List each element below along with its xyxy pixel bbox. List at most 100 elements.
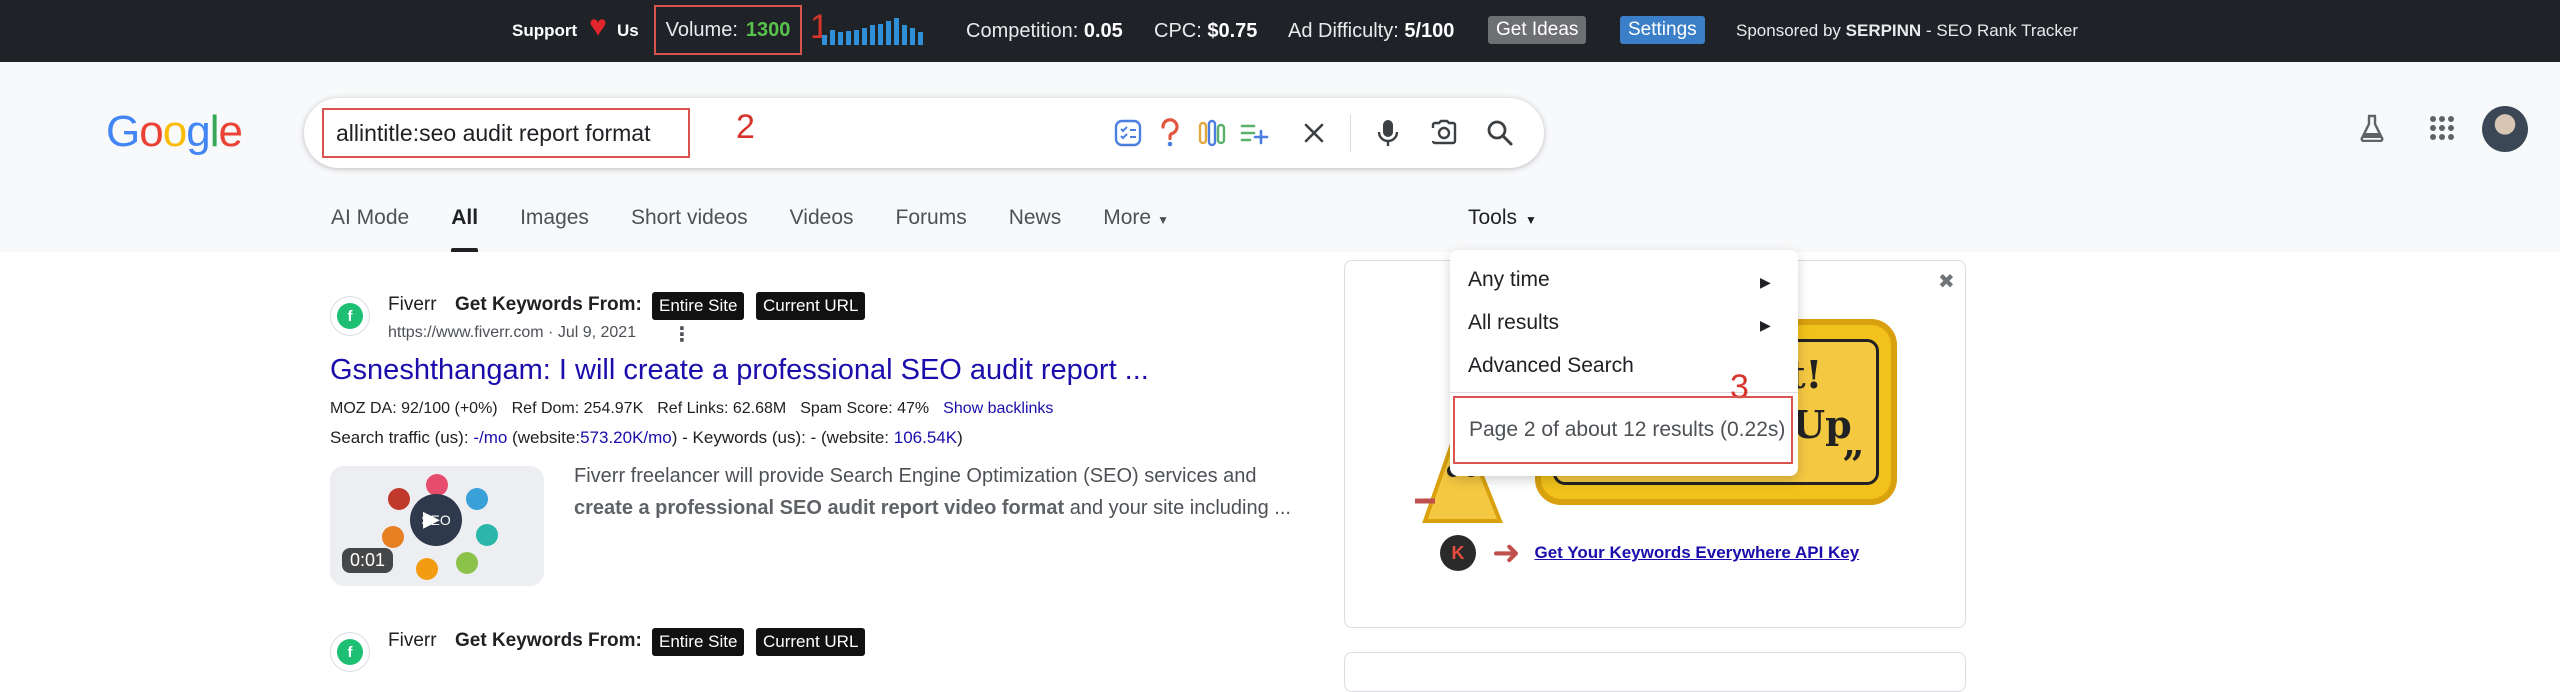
traffic-value: -/mo: [473, 428, 508, 447]
get-ideas-button[interactable]: Get Ideas: [1488, 16, 1587, 44]
video-thumbnail[interactable]: SEO ▶ 0:01: [330, 466, 544, 586]
keywords-label: ) - Keywords (us): - (website:: [671, 428, 890, 447]
camera-lens-icon[interactable]: [1426, 115, 1462, 151]
thumb-dot: [388, 488, 410, 510]
tab-videos[interactable]: Videos: [790, 202, 854, 252]
get-keywords-from-label: Get Keywords From:: [455, 294, 642, 315]
tab-news[interactable]: News: [1009, 202, 1062, 252]
play-icon[interactable]: ▶: [423, 506, 440, 532]
video-duration: 0:01: [342, 548, 394, 573]
tab-more-label: More: [1103, 206, 1152, 229]
ref-links: Ref Links: 62.68M: [657, 400, 787, 417]
us-label: Us: [616, 21, 639, 40]
show-backlinks-link[interactable]: Show backlinks: [943, 400, 1053, 417]
result-url[interactable]: https://www.fiverr.com · Jul 9, 2021: [388, 324, 636, 342]
logo-letter: G: [106, 107, 140, 156]
volume-label: Volume:: [665, 18, 738, 41]
sponsor-prefix: Sponsored by: [1736, 21, 1841, 40]
apps-grid-icon[interactable]: [2422, 108, 2462, 148]
checklist-extension-icon[interactable]: [1110, 115, 1146, 151]
search-header: Google allintitle:seo audit report forma…: [0, 62, 2560, 252]
fiverr-logo-icon: f: [337, 303, 363, 329]
tab-short-videos[interactable]: Short videos: [631, 202, 748, 252]
current-url-button[interactable]: Current URL: [756, 292, 866, 320]
snippet-text: Fiverr freelancer will provide Search En…: [574, 465, 1257, 487]
add-list-extension-icon[interactable]: [1236, 115, 1272, 151]
question-extension-icon[interactable]: [1152, 115, 1188, 151]
support-us-link[interactable]: Support ♥ Us: [512, 0, 639, 62]
trend-bar: [902, 25, 907, 45]
settings-button[interactable]: Settings: [1620, 16, 1705, 44]
close-icon[interactable]: ✖: [1938, 269, 1955, 294]
thumb-dot: [456, 552, 478, 574]
tab-images[interactable]: Images: [520, 202, 589, 252]
competition-label: Competition:: [966, 19, 1079, 42]
site-name[interactable]: Fiverr: [388, 294, 437, 316]
get-keywords-from-label: Get Keywords From:: [455, 630, 642, 651]
ref-dom: Ref Dom: 254.97K: [511, 400, 644, 417]
trend-bar: [830, 30, 835, 45]
search-input[interactable]: allintitle:seo audit report format: [322, 108, 690, 158]
microphone-icon[interactable]: [1370, 115, 1406, 151]
menu-item-all-results[interactable]: All results: [1468, 311, 1559, 335]
entire-site-button[interactable]: Entire Site: [652, 628, 745, 656]
moz-metrics: MOZ DA: 92/100 (+0%) Ref Dom: 254.97K Ref …: [330, 400, 1067, 418]
result-title-link[interactable]: Gsneshthangam: I will create a professio…: [330, 354, 1149, 387]
volume-trend-chart: [822, 17, 923, 45]
secondary-panel: [1344, 652, 1966, 692]
trend-bar: [838, 32, 843, 45]
more-options-icon[interactable]: ⋮: [672, 322, 692, 347]
trend-bar: [886, 21, 891, 45]
current-url-button[interactable]: Current URL: [756, 628, 866, 656]
tools-dropdown-menu: Any time ▶ All results ▶ Advanced Search…: [1450, 250, 1798, 476]
tab-more[interactable]: More ▼: [1103, 202, 1169, 252]
traffic-website-label: (website:: [512, 428, 581, 447]
api-key-link[interactable]: Get Your Keywords Everywhere API Key: [1535, 543, 1860, 563]
trend-bar: [870, 25, 875, 45]
menu-item-advanced-search[interactable]: Advanced Search: [1468, 354, 1634, 378]
logo-letter: o: [162, 107, 188, 156]
entire-site-button[interactable]: Entire Site: [652, 292, 745, 320]
trend-bar: [854, 30, 859, 45]
fiverr-favicon[interactable]: f: [330, 632, 370, 672]
menu-item-any-time[interactable]: Any time: [1468, 268, 1550, 292]
keywords-suffix: ): [957, 428, 963, 447]
snippet-text: and your site including ...: [1069, 497, 1291, 519]
thumb-dot: [476, 524, 498, 546]
trend-bar: [862, 28, 867, 45]
keywords-website-value: 106.54K: [893, 428, 958, 447]
volume-metric: Volume: 1300: [654, 5, 802, 55]
moz-da: MOZ DA: 92/100 (+0%): [330, 400, 498, 417]
search-tabs: AI Mode All Images Short videos Videos F…: [331, 202, 1211, 252]
keywords-everywhere-logo-icon: K: [1440, 535, 1476, 571]
tab-forums[interactable]: Forums: [896, 202, 967, 252]
thumb-dot: [382, 526, 404, 548]
user-avatar[interactable]: [2482, 106, 2528, 152]
sponsor-brand: SERPINN: [1845, 21, 1922, 40]
compare-extension-icon[interactable]: [1194, 115, 1230, 151]
clear-icon[interactable]: [1296, 115, 1332, 151]
labs-flask-icon[interactable]: [2352, 108, 2392, 148]
logo-letter: g: [186, 107, 211, 156]
support-label: Support: [512, 21, 578, 40]
google-logo[interactable]: Google: [106, 107, 243, 157]
competition-metric: Competition: 0.05: [966, 0, 1123, 62]
tab-all[interactable]: All: [451, 202, 478, 252]
traffic-website-value: 573.20K/mo: [580, 428, 672, 447]
tools-button[interactable]: Tools ▼: [1468, 206, 1537, 230]
trend-bar: [846, 31, 851, 45]
tools-label: Tools: [1468, 206, 1518, 229]
search-icon[interactable]: [1482, 115, 1518, 151]
site-name[interactable]: Fiverr: [388, 630, 437, 652]
sponsor-suffix: - SEO Rank Tracker: [1925, 21, 2079, 40]
tab-ai-mode[interactable]: AI Mode: [331, 202, 409, 252]
search-box[interactable]: allintitle:seo audit report format 2: [304, 98, 1544, 168]
logo-letter: o: [139, 107, 164, 156]
thumb-dot: [466, 488, 488, 510]
submenu-arrow-icon: ▶: [1760, 317, 1771, 333]
api-key-row: K ➜ Get Your Keywords Everywhere API Key: [1440, 533, 1859, 573]
fiverr-favicon[interactable]: f: [330, 296, 370, 336]
trend-bar: [894, 18, 899, 45]
trend-bar: [878, 24, 883, 45]
sponsor-text[interactable]: Sponsored by SERPINN - SEO Rank Tracker: [1736, 0, 2078, 62]
